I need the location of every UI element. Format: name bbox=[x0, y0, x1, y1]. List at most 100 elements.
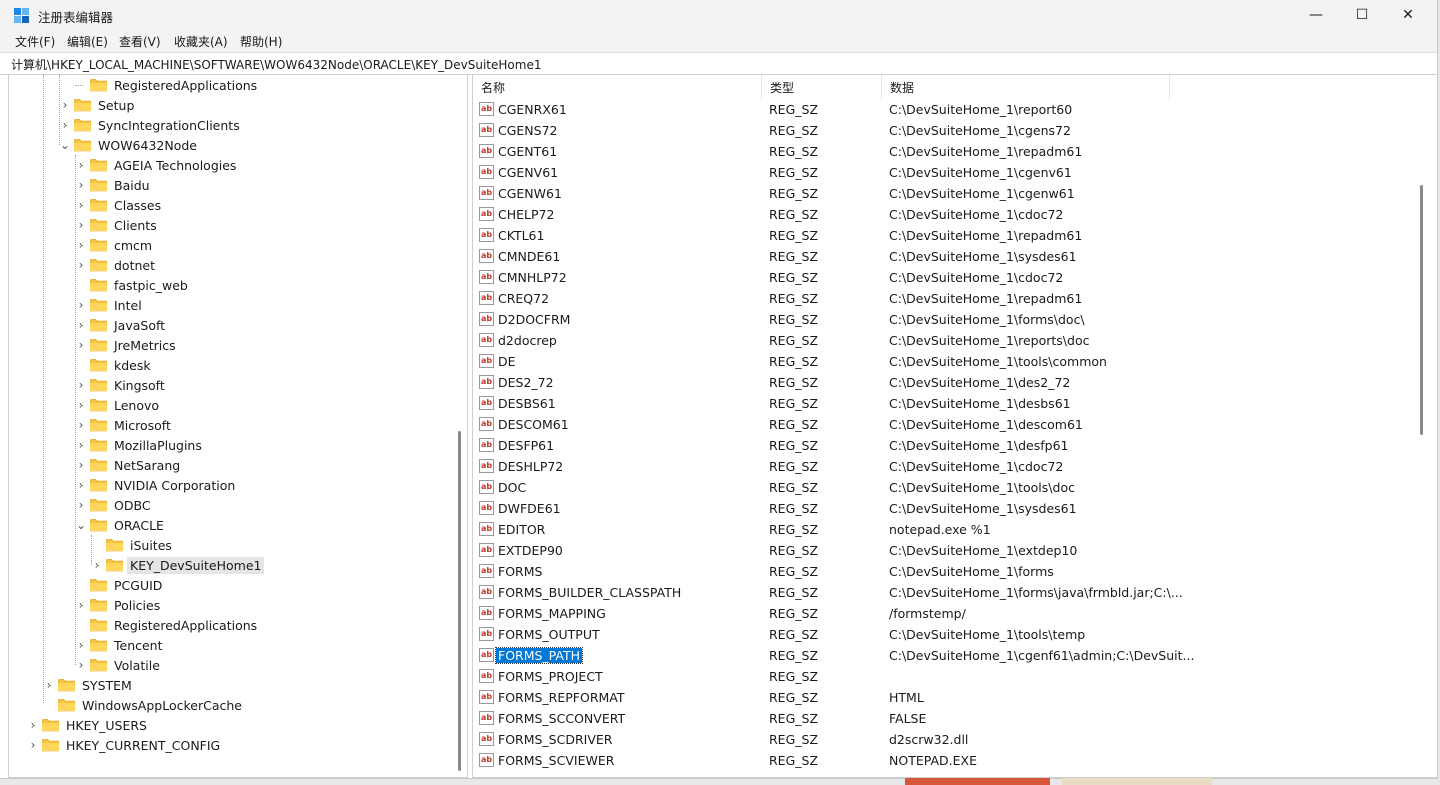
chevron-right-icon[interactable]: › bbox=[74, 258, 88, 272]
value-row[interactable]: ab FORMS_BUILDER_CLASSPATH REG_SZ C:\DevSui… bbox=[473, 583, 1418, 604]
tree-item[interactable]: › Baidu bbox=[74, 175, 153, 195]
column-header-type[interactable]: 类型 bbox=[762, 75, 882, 99]
chevron-right-icon[interactable]: › bbox=[74, 338, 88, 352]
tree-item[interactable]: › Clients bbox=[74, 215, 160, 235]
column-header-data[interactable]: 数据 bbox=[882, 75, 1170, 99]
tree-item[interactable]: › AGEIA Technologies bbox=[74, 155, 239, 175]
chevron-right-icon[interactable]: › bbox=[74, 318, 88, 332]
tree-item[interactable]: › JavaSoft bbox=[74, 315, 168, 335]
chevron-right-icon[interactable]: › bbox=[74, 218, 88, 232]
tree-item[interactable]: › Lenovo bbox=[74, 395, 162, 415]
tree-item[interactable]: › HKEY_CURRENT_CONFIG bbox=[26, 735, 223, 755]
chevron-right-icon[interactable]: › bbox=[74, 238, 88, 252]
list-scrollbar[interactable] bbox=[1420, 185, 1423, 435]
chevron-right-icon[interactable]: › bbox=[26, 738, 40, 752]
chevron-right-icon[interactable]: › bbox=[74, 418, 88, 432]
chevron-right-icon[interactable]: › bbox=[58, 118, 72, 132]
chevron-right-icon[interactable]: › bbox=[26, 718, 40, 732]
chevron-right-icon[interactable]: › bbox=[90, 558, 104, 572]
value-row[interactable]: ab EXTDEP90 REG_SZ C:\DevSuiteHome_1\extdep… bbox=[473, 541, 1418, 562]
value-row[interactable]: ab DES2_72 REG_SZ C:\DevSuiteHome_1\des2_72 bbox=[473, 373, 1418, 394]
value-row[interactable]: ab CGENW61 REG_SZ C:\DevSuiteHome_1\cgenw61 bbox=[473, 184, 1418, 205]
tree-item[interactable]: PCGUID bbox=[74, 575, 165, 595]
title-bar[interactable]: 注册表编辑器 — ☐ ✕ bbox=[0, 0, 1437, 30]
chevron-right-icon[interactable]: › bbox=[74, 298, 88, 312]
value-row[interactable]: ab DESCOM61 REG_SZ C:\DevSuiteHome_1\descom… bbox=[473, 415, 1418, 436]
tree-item[interactable]: kdesk bbox=[74, 355, 154, 375]
tree-item[interactable]: › Classes bbox=[74, 195, 164, 215]
menu-edit[interactable]: 编辑(E) bbox=[67, 33, 108, 50]
address-bar[interactable]: 计算机\HKEY_LOCAL_MACHINE\SOFTWARE\WOW6432N… bbox=[0, 52, 1437, 75]
column-header-name[interactable]: 名称 bbox=[473, 75, 762, 99]
value-row[interactable]: ab CKTL61 REG_SZ C:\DevSuiteHome_1\repadm61 bbox=[473, 226, 1418, 247]
tree-item[interactable]: WindowsAppLockerCache bbox=[42, 695, 245, 715]
value-row[interactable]: ab FORMS_SCVIEWER REG_SZ NOTEPAD.EXE bbox=[473, 751, 1418, 772]
value-row[interactable]: ab CGENT61 REG_SZ C:\DevSuiteHome_1\repadm6… bbox=[473, 142, 1418, 163]
chevron-right-icon[interactable]: › bbox=[74, 458, 88, 472]
tree-item[interactable]: RegisteredApplications bbox=[74, 75, 260, 95]
value-row[interactable]: ab FORMS_PATH REG_SZ C:\DevSuiteHome_1\cgen… bbox=[473, 646, 1418, 667]
menu-favorites[interactable]: 收藏夹(A) bbox=[174, 33, 228, 50]
value-row[interactable]: ab EDITOR REG_SZ notepad.exe %1 bbox=[473, 520, 1418, 541]
value-row[interactable]: ab FORMS_PROJECT REG_SZ bbox=[473, 667, 1418, 688]
tree-item[interactable]: › Intel bbox=[74, 295, 145, 315]
chevron-right-icon[interactable]: › bbox=[74, 398, 88, 412]
value-row[interactable]: ab DWFDE61 REG_SZ C:\DevSuiteHome_1\sysdes6… bbox=[473, 499, 1418, 520]
value-row[interactable]: ab FORMS_MAPPING REG_SZ/formstemp/ bbox=[473, 604, 1418, 625]
tree-item[interactable]: › SyncIntegrationClients bbox=[58, 115, 243, 135]
value-row[interactable]: ab DESFP61 REG_SZ C:\DevSuiteHome_1\desfp61 bbox=[473, 436, 1418, 457]
values-list[interactable]: 名称 类型 数据 ab CGENRX61 REG_SZ C:\DevSuiteHome… bbox=[472, 74, 1437, 778]
value-row[interactable]: ab FORMS REG_SZ C:\DevSuiteHome_1\forms bbox=[473, 562, 1418, 583]
menu-file[interactable]: 文件(F) bbox=[15, 33, 55, 50]
tree-item[interactable]: fastpic_web bbox=[74, 275, 191, 295]
menu-view[interactable]: 查看(V) bbox=[119, 33, 161, 50]
value-row[interactable]: ab CHELP72 REG_SZ C:\DevSuiteHome_1\cdoc72 bbox=[473, 205, 1418, 226]
value-row[interactable]: ab DE REG_SZ C:\DevSuiteHome_1\tools\common bbox=[473, 352, 1418, 373]
chevron-down-icon[interactable]: ⌄ bbox=[74, 518, 88, 532]
tree-item[interactable]: › Volatile bbox=[74, 655, 163, 675]
address-path[interactable]: 计算机\HKEY_LOCAL_MACHINE\SOFTWARE\WOW6432N… bbox=[11, 56, 541, 73]
value-row[interactable]: ab FORMS_REPFORMAT REG_SZ HTML bbox=[473, 688, 1418, 709]
value-row[interactable]: ab CGENRX61 REG_SZ C:\DevSuiteHome_1\report… bbox=[473, 100, 1418, 121]
value-row[interactable]: ab CMNHLP72 REG_SZ C:\DevSuiteHome_1\cdoc72 bbox=[473, 268, 1418, 289]
value-row[interactable]: ab CMNDE61 REG_SZ C:\DevSuiteHome_1\sysdes6… bbox=[473, 247, 1418, 268]
tree-item[interactable]: › ODBC bbox=[74, 495, 154, 515]
tree-item[interactable]: › Kingsoft bbox=[74, 375, 168, 395]
chevron-right-icon[interactable]: › bbox=[74, 478, 88, 492]
key-tree[interactable]: RegisteredApplications › Setup › SyncIntegra… bbox=[8, 74, 468, 778]
chevron-down-icon[interactable]: ⌄ bbox=[58, 138, 72, 152]
tree-scrollbar[interactable] bbox=[458, 431, 461, 771]
chevron-right-icon[interactable]: › bbox=[74, 178, 88, 192]
chevron-right-icon[interactable]: › bbox=[74, 198, 88, 212]
minimize-button[interactable]: — bbox=[1293, 0, 1339, 30]
value-row[interactable]: ab CGENV61 REG_SZ C:\DevSuiteHome_1\cgenv61 bbox=[473, 163, 1418, 184]
tree-item[interactable]: › Tencent bbox=[74, 635, 166, 655]
chevron-right-icon[interactable]: › bbox=[74, 438, 88, 452]
tree-item[interactable]: iSuites bbox=[90, 535, 175, 555]
tree-item[interactable]: › HKEY_USERS bbox=[26, 715, 150, 735]
tree-item[interactable]: RegisteredApplications bbox=[74, 615, 260, 635]
tree-item[interactable]: › MozillaPlugins bbox=[74, 435, 205, 455]
tree-item[interactable]: › NVIDIA Corporation bbox=[74, 475, 238, 495]
tree-item[interactable]: › cmcm bbox=[74, 235, 155, 255]
value-row[interactable]: ab CREQ72 REG_SZ C:\DevSuiteHome_1\repadm61 bbox=[473, 289, 1418, 310]
tree-item[interactable]: › SYSTEM bbox=[42, 675, 135, 695]
tree-item[interactable]: › KEY_DevSuiteHome1 bbox=[90, 555, 265, 575]
value-row[interactable]: ab DESHLP72 REG_SZ C:\DevSuiteHome_1\cdoc72 bbox=[473, 457, 1418, 478]
chevron-right-icon[interactable]: › bbox=[74, 498, 88, 512]
chevron-right-icon[interactable]: › bbox=[42, 678, 56, 692]
value-row[interactable]: ab d2docrep REG_SZ C:\DevSuiteHome_1\report… bbox=[473, 331, 1418, 352]
close-button[interactable]: ✕ bbox=[1385, 0, 1431, 30]
value-row[interactable]: ab DESBS61 REG_SZ C:\DevSuiteHome_1\desbs61 bbox=[473, 394, 1418, 415]
tree-item[interactable]: › JreMetrics bbox=[74, 335, 179, 355]
value-row[interactable]: ab FORMS_SCCONVERT REG_SZ FALSE bbox=[473, 709, 1418, 730]
tree-item[interactable]: › Policies bbox=[74, 595, 163, 615]
chevron-right-icon[interactable]: › bbox=[74, 658, 88, 672]
tree-item[interactable]: ⌄ WOW6432Node bbox=[58, 135, 200, 155]
value-row[interactable]: ab D2DOCFRM REG_SZ C:\DevSuiteHome_1\forms\… bbox=[473, 310, 1418, 331]
tree-item[interactable]: › dotnet bbox=[74, 255, 158, 275]
value-row[interactable]: ab CGENS72 REG_SZ C:\DevSuiteHome_1\cgens72 bbox=[473, 121, 1418, 142]
value-row[interactable]: ab DOC REG_SZ C:\DevSuiteHome_1\tools\doc bbox=[473, 478, 1418, 499]
chevron-right-icon[interactable]: › bbox=[74, 378, 88, 392]
value-row[interactable]: ab FORMS_OUTPUT REG_SZ C:\DevSuiteHome_1\to… bbox=[473, 625, 1418, 646]
